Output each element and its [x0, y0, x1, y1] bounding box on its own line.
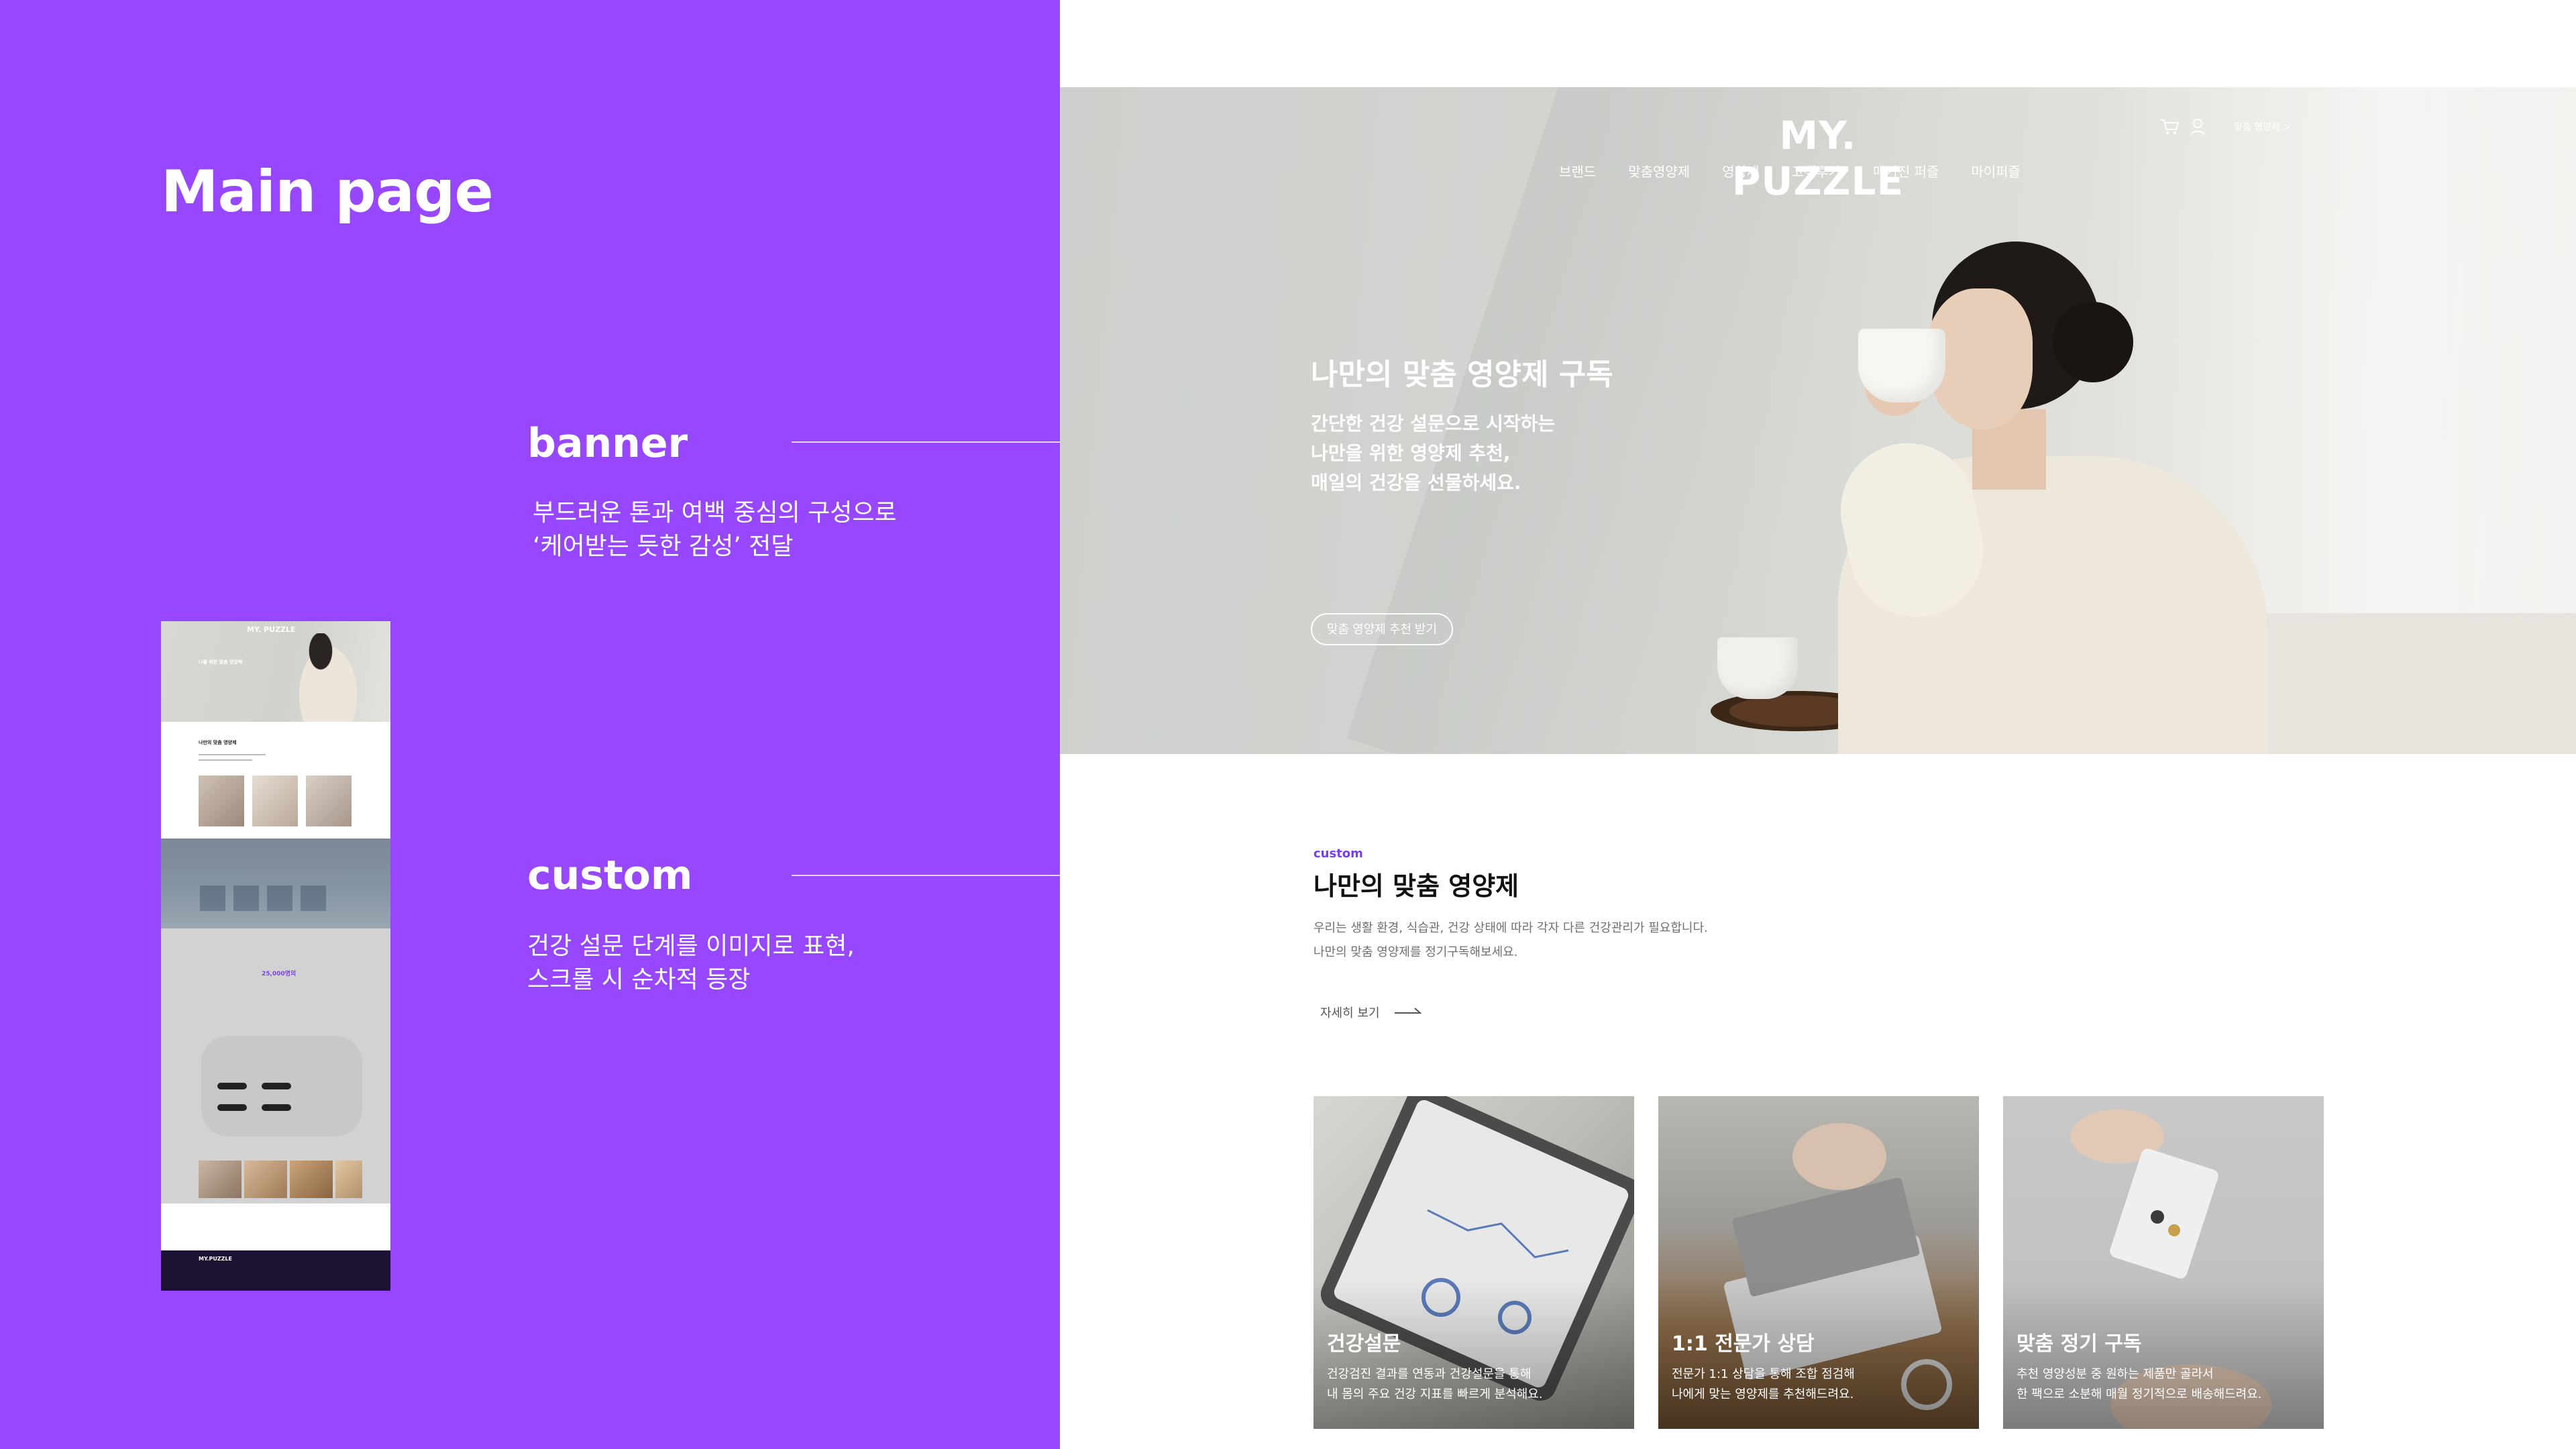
card-title: 건강설문 — [1327, 1332, 1401, 1356]
thumb-pill — [217, 1104, 247, 1111]
thumb-footer-logo: MY.PUZZLE — [199, 1256, 232, 1262]
thumb-stat-text: 25,000명의 — [262, 971, 297, 977]
card-description: 추천 영양성분 중 원하는 제품만 골라서 한 팩으로 소분해 매월 정기적으로… — [2017, 1367, 2262, 1401]
thumb-footer: MY.PUZZLE — [161, 1250, 390, 1291]
hero-teacup — [1717, 637, 1798, 699]
thumb-photo — [199, 1161, 241, 1198]
hero-banner: MY. PUZZLE 브랜드 맞춤영양제 영양제 고객후기 매거진 퍼즐 마이퍼… — [1060, 87, 2576, 754]
thumb-card — [306, 775, 352, 826]
thumb-text-line — [199, 759, 252, 761]
section-label-custom: custom — [527, 852, 693, 899]
connector-line-custom — [792, 875, 1060, 876]
hero-subtitle: 간단한 건강 설문으로 시작하는 나만을 위한 영양제 추천, 매일의 건강을 … — [1311, 413, 1556, 494]
card-description: 건강검진 결과를 연동과 건강설문을 통해 내 몸의 주요 건강 지표를 빠르게… — [1327, 1367, 1543, 1401]
section-desc-banner: 부드러운 톤과 여백 중심의 구성으로 ‘케어받는 듯한 감성’ 전달 — [533, 499, 897, 560]
cart-icon[interactable] — [2160, 118, 2180, 136]
user-icon[interactable] — [2190, 118, 2206, 136]
utility-link[interactable]: 맞춤 영양제 > — [2234, 120, 2291, 133]
thumb-photo — [290, 1161, 333, 1198]
card-description: 전문가 1:1 상담을 통해 조합 점검해 나에게 맞는 영양제를 추천해드려요… — [1672, 1367, 1855, 1401]
section-desc-custom: 건강 설문 단계를 이미지로 표현, 스크롤 시 순차적 등장 — [527, 932, 855, 994]
page-thumbnail: MY. PUZZLE 나를 위한 맞춤 영양제 나만의 맞춤 영양제 25,00… — [161, 621, 390, 1291]
custom-section-label: custom — [1313, 847, 1363, 861]
woman-cup — [1858, 329, 1945, 402]
thumb-photo — [244, 1161, 287, 1198]
hero-woman-image — [1818, 161, 2328, 754]
thumb-process-band — [161, 839, 390, 928]
thumb-step-box — [233, 885, 259, 911]
more-link-label: 자세히 보기 — [1320, 1006, 1380, 1020]
thumb-custom-heading: 나만의 맞춤 영양제 — [199, 740, 237, 745]
thumb-card — [252, 775, 298, 826]
nav-item-magazine[interactable]: 매거진 퍼즐 — [1857, 161, 1955, 180]
connector-line-banner — [792, 441, 1060, 443]
thumb-step-box — [267, 885, 292, 911]
thumb-pill — [262, 1083, 291, 1089]
main-nav: 브랜드 맞춤영양제 영양제 고객후기 매거진 퍼즐 마이퍼즐 — [1543, 161, 2037, 180]
arrow-right-icon — [1394, 1006, 1422, 1020]
recommend-button[interactable]: 맞춤 영양제 추천 받기 — [1311, 613, 1454, 645]
more-link[interactable]: 자세히 보기 — [1320, 1004, 1422, 1021]
nav-item-custom-supplement[interactable]: 맞춤영양제 — [1612, 161, 1706, 180]
thumb-logo: MY. PUZZLE — [247, 625, 296, 634]
thumb-pill — [217, 1083, 247, 1089]
custom-section-title: 나만의 맞춤 영양제 — [1313, 871, 1519, 901]
hero-title: 나만의 맞춤 영양제 구독 — [1311, 358, 1613, 392]
nav-item-brand[interactable]: 브랜드 — [1543, 161, 1612, 180]
thumb-gray-section: 25,000명의 — [161, 928, 390, 1203]
thumb-hero-text: 나를 위한 맞춤 영양제 — [199, 659, 243, 665]
thumb-step-box — [301, 885, 326, 911]
nav-item-supplement[interactable]: 영양제 — [1706, 161, 1775, 180]
woman-hair-bun — [2053, 302, 2133, 382]
nav-utilities: 맞춤 영양제 > — [2160, 118, 2291, 136]
thumb-hero-figure — [291, 633, 365, 722]
thumb-hero: MY. PUZZLE 나를 위한 맞춤 영양제 — [161, 621, 390, 722]
site-logo[interactable]: MY. PUZZLE — [1690, 113, 1945, 204]
card-expert-consult[interactable]: 1:1 전문가 상담 전문가 1:1 상담을 통해 조합 점검해 나에게 맞는 … — [1658, 1096, 1979, 1429]
thumb-step-box — [200, 885, 225, 911]
thumb-pill — [262, 1104, 291, 1111]
page-title: Main page — [161, 158, 494, 225]
presentation-panel: Main page banner 부드러운 톤과 여백 중심의 구성으로 ‘케어… — [0, 0, 1060, 1449]
nav-item-reviews[interactable]: 고객후기 — [1775, 161, 1857, 180]
thumb-card — [199, 775, 244, 826]
card-title: 맞춤 정기 구독 — [2017, 1332, 2142, 1356]
thumb-photo — [335, 1161, 362, 1198]
card-title: 1:1 전문가 상담 — [1672, 1332, 1815, 1356]
section-label-banner: banner — [527, 420, 688, 467]
card-health-survey[interactable]: 건강설문 건강검진 결과를 연동과 건강설문을 통해 내 몸의 주요 건강 지표… — [1313, 1096, 1634, 1429]
custom-section-description: 우리는 생활 환경, 식습관, 건강 상태에 따라 각자 다른 건강관리가 필요… — [1313, 921, 1708, 959]
card-subscription[interactable]: 맞춤 정기 구독 추천 영양성분 중 원하는 제품만 골라서 한 팩으로 소분해… — [2003, 1096, 2324, 1429]
nav-item-my-puzzle[interactable]: 마이퍼즐 — [1955, 161, 2037, 180]
website-mockup: MY. PUZZLE 브랜드 맞춤영양제 영양제 고객후기 매거진 퍼즐 마이퍼… — [1060, 0, 2576, 1449]
thumb-text-line — [199, 754, 266, 755]
